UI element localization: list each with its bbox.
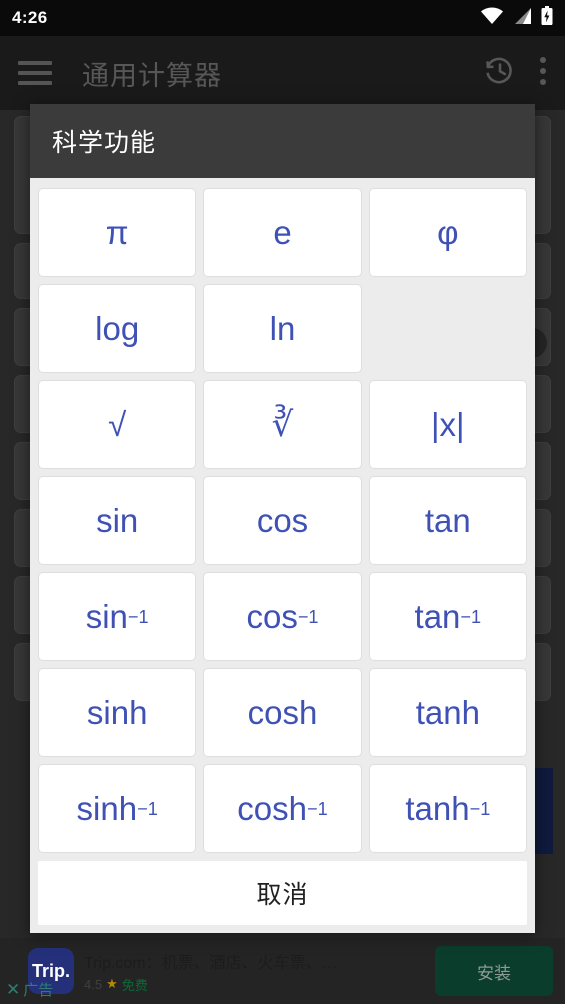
function-label: tanh [405,790,470,827]
cellular-signal-icon [513,7,532,30]
function-button-sinh[interactable]: sinh [38,668,197,757]
function-button-placeholder [369,284,527,373]
dialog-body: π e φ log ln √ ∛ |x| sin cos tan sin −1 cos −1 tan −1 sin… [30,178,535,933]
function-label: tan [414,598,461,635]
function-button-grid: π e φ log ln √ ∛ |x| sin cos tan sin −1 cos −1 tan −1 sin… [38,188,527,853]
function-label: cos [256,502,309,539]
function-button-sqrt[interactable]: √ [38,380,197,469]
function-label: sin [85,598,128,635]
star-icon: ★ [106,976,118,991]
function-label: ln [269,310,296,347]
battery-charging-icon [541,5,553,31]
function-button-ln[interactable]: ln [203,284,362,373]
function-label: φ [437,214,459,251]
function-button-sin[interactable]: sin [38,476,197,565]
function-label: π [105,214,129,251]
function-button-phi[interactable]: φ [368,188,527,277]
ad-rating: 4.5 [84,976,103,992]
function-label: sinh [76,790,138,827]
function-label: |x| [430,406,465,443]
function-button-abs[interactable]: |x| [368,380,527,469]
function-button-tan-inverse[interactable]: tan −1 [368,572,527,661]
function-label: sinh [86,694,148,731]
dialog-header: 科学功能 [30,104,535,178]
function-button-tanh[interactable]: tanh [368,668,527,757]
function-label: ∛ [271,405,294,444]
wifi-icon [480,6,504,30]
function-label: log [95,310,140,347]
ad-banner[interactable]: Trip. Trip.com：机票、酒店、火车票、… 4.5 ★ 免费 安装 [0,938,565,1004]
function-label: tan [424,502,471,539]
ad-close-control[interactable]: ✕ 广告 [6,979,53,1000]
function-label: √ [108,406,127,443]
function-button-e[interactable]: e [203,188,362,277]
ad-subtitle: 4.5 ★ 免费 [84,975,435,994]
function-label: tanh [415,694,480,731]
ad-price-label: 免费 [121,977,148,993]
function-label: e [273,214,292,251]
status-clock: 4:26 [12,8,48,27]
function-button-sin-inverse[interactable]: sin −1 [38,572,197,661]
ad-text-block: Trip.com：机票、酒店、火车票、… 4.5 ★ 免费 [84,949,435,994]
function-label: sin [96,502,139,539]
cancel-button[interactable]: 取消 [38,861,527,925]
function-button-cosh-inverse[interactable]: cosh −1 [203,764,362,853]
function-button-log[interactable]: log [38,284,197,373]
dialog-title: 科学功能 [52,129,157,157]
function-button-sinh-inverse[interactable]: sinh −1 [38,764,197,853]
function-button-cos-inverse[interactable]: cos −1 [203,572,362,661]
scientific-functions-dialog: 科学功能 π e φ log ln √ ∛ |x| sin cos tan sin −1 cos −1 tan… [30,104,535,933]
function-button-cos[interactable]: cos [203,476,362,565]
function-button-cosh[interactable]: cosh [203,668,362,757]
ad-label: 广告 [23,982,54,999]
function-button-tanh-inverse[interactable]: tanh −1 [368,764,527,853]
status-bar: 4:26 [0,0,565,36]
ad-install-button[interactable]: 安装 [435,946,553,996]
close-icon[interactable]: ✕ [6,980,20,1000]
function-button-tan[interactable]: tan [368,476,527,565]
ad-title: Trip.com：机票、酒店、火车票、… [84,954,338,972]
function-label: cos [246,598,298,635]
function-label: cosh [247,694,318,731]
function-button-cbrt[interactable]: ∛ [203,380,362,469]
function-button-pi[interactable]: π [38,188,197,277]
function-label: cosh [237,790,307,827]
